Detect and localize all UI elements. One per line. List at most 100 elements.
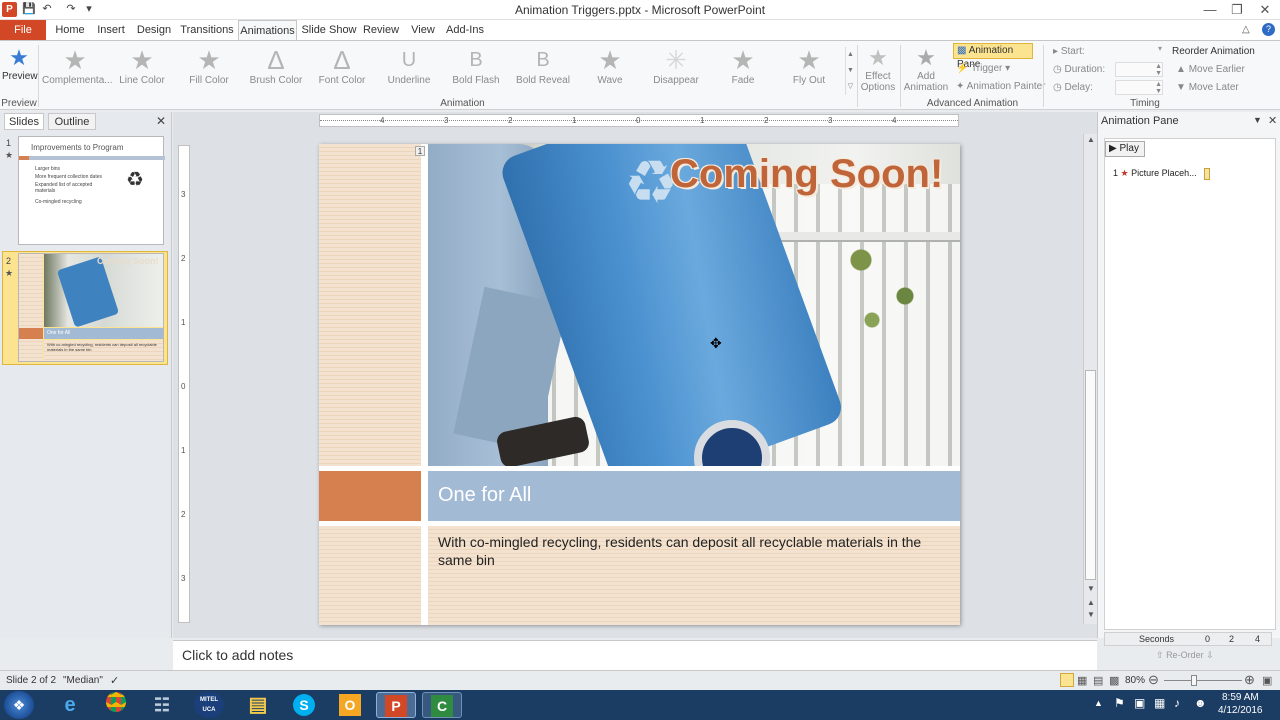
effect-complementary[interactable]: ★ Complementa... [42, 45, 113, 95]
tray-show-hidden-icon[interactable]: ▲ [1094, 698, 1103, 708]
normal-view-icon[interactable] [1060, 673, 1074, 687]
body-text-box[interactable]: With co-mingled recycling, residents can… [428, 526, 960, 625]
powerpoint-icon[interactable]: P [376, 692, 416, 718]
zoom-slider[interactable] [1164, 675, 1242, 686]
minimize-button[interactable]: — [1195, 0, 1225, 20]
scroll-up-icon[interactable]: ▲ [1087, 135, 1095, 144]
zoom-level[interactable]: 80% [1125, 675, 1145, 686]
duration-spinner[interactable]: ▲ ▼ [1115, 62, 1163, 77]
restore-button[interactable]: ❐ [1222, 0, 1252, 20]
recycling-photo[interactable]: ♻ Coming Soon! [428, 144, 960, 466]
clock-date[interactable]: 4/12/2016 [1218, 705, 1263, 716]
reorder-bar[interactable]: ⇧ Re-Order ⇩ [1156, 650, 1214, 661]
reading-view-icon[interactable]: ▤ [1093, 674, 1103, 687]
outlook-icon[interactable]: O [332, 692, 368, 718]
tray-flag-icon[interactable]: ⚑ [1114, 696, 1125, 710]
tray-network-icon[interactable]: ▦ [1154, 696, 1165, 710]
timing-bar[interactable] [1204, 168, 1210, 180]
slide-thumb-2[interactable]: Coming Soon! One for All With co-mingled… [18, 253, 164, 362]
effect-bold-reveal[interactable]: B Bold Reveal [510, 45, 576, 95]
animation-pane-button[interactable]: ▩ Animation Pane [953, 43, 1033, 70]
effect-bold-flash[interactable]: B Bold Flash [443, 45, 509, 95]
tab-outline[interactable]: Outline [48, 113, 96, 130]
tab-file[interactable]: File [0, 20, 46, 40]
play-button[interactable]: ▶ Play [1105, 141, 1145, 157]
effect-disappear[interactable]: ✳ Disappear [643, 45, 709, 95]
star-icon: ★ [63, 45, 87, 75]
effect-brush-color[interactable]: ∆ Brush Color [243, 45, 309, 95]
folder-icon[interactable]: ▤ [240, 692, 276, 718]
scroll-thumb[interactable] [1085, 370, 1096, 580]
tab-slide-show[interactable]: Slide Show [300, 20, 358, 40]
theme-name[interactable]: "Median" [63, 675, 103, 686]
tray-display-icon[interactable]: ▣ [1134, 696, 1145, 710]
spell-check-icon[interactable]: ✓ [110, 674, 119, 687]
tray-people-icon[interactable]: ☻ [1194, 696, 1207, 710]
seconds-dropdown[interactable]: Seconds [1139, 634, 1174, 644]
tab-add-ins[interactable]: Add-Ins [445, 20, 485, 40]
subtitle-bar[interactable]: One for All [428, 471, 960, 521]
ribbon-minimize-icon[interactable]: △ [1242, 24, 1250, 35]
timeline-bar[interactable]: Seconds 0 2 4 [1104, 632, 1272, 646]
close-button[interactable]: ✕ [1250, 0, 1280, 20]
zoom-in-icon[interactable]: ⊕ [1244, 672, 1255, 688]
move-later-button[interactable]: ▼ Move Later [1176, 82, 1239, 93]
separator [900, 45, 901, 107]
animation-painter-button[interactable]: ✦ Animation Painter [956, 81, 1046, 92]
slide-sorter-icon[interactable]: ▦ [1077, 674, 1087, 687]
camtasia-icon[interactable]: C [422, 692, 462, 718]
add-animation-button[interactable]: ★ Add Animation [903, 45, 949, 97]
move-earlier-button[interactable]: ▲ Move Earlier [1176, 64, 1245, 75]
tab-transitions[interactable]: Transitions [178, 20, 236, 40]
effect-fade[interactable]: ★ Fade [710, 45, 776, 95]
effect-underline[interactable]: U Underline [376, 45, 442, 95]
tab-review[interactable]: Review [362, 20, 400, 40]
skype-icon[interactable]: S [286, 692, 322, 718]
start-select[interactable]: ▾ [1112, 44, 1164, 59]
effect-font-color[interactable]: ∆ Font Color [309, 45, 375, 95]
slide-thumb-1[interactable]: Improvements to Program Larger bins More… [18, 136, 165, 245]
tab-home[interactable]: Home [52, 20, 88, 40]
start-button[interactable]: ❖ [4, 691, 34, 719]
next-slide-icon[interactable]: ▼ [1087, 610, 1095, 619]
gallery-scroll[interactable]: ▲ ▼ ▽ [845, 47, 855, 95]
animation-item[interactable]: 1 ★ Picture Placeh... [1113, 168, 1213, 182]
pane-options-icon[interactable]: ▼ [1253, 115, 1262, 125]
effect-line-color[interactable]: ★ Line Color [109, 45, 175, 95]
coming-soon-heading[interactable]: Coming Soon! [670, 152, 943, 197]
close-pane-icon[interactable]: ✕ [1268, 114, 1277, 127]
scroll-down-icon[interactable]: ▼ [1087, 584, 1095, 593]
mouse-cursor-icon: ✥ [710, 335, 722, 351]
tray-volume-icon[interactable]: ♪ [1174, 696, 1180, 710]
body-text: With co-mingled recycling, residents can… [438, 534, 922, 568]
clock-time[interactable]: 8:59 AM [1222, 692, 1259, 703]
close-pane-icon[interactable]: ✕ [156, 114, 166, 128]
animation-marker[interactable]: 1 [415, 146, 425, 156]
effect-fill-color[interactable]: ★ Fill Color [176, 45, 242, 95]
tab-slides[interactable]: Slides [4, 113, 44, 130]
notes-pane[interactable]: Click to add notes [173, 640, 1097, 670]
prev-slide-icon[interactable]: ▲ [1087, 598, 1095, 607]
help-icon[interactable]: ? [1262, 23, 1275, 36]
effect-wave[interactable]: ★ Wave [577, 45, 643, 95]
taskbar: ❖ e ☷ MITEL UCA ▤ S O P C ▲ ⚑ ▣ ▦ ♪ ☻ 8:… [0, 690, 1280, 720]
book-icon[interactable]: ☷ [144, 692, 180, 718]
trigger-button[interactable]: ⚡ Trigger ▾ [956, 63, 1010, 74]
tab-view[interactable]: View [405, 20, 441, 40]
zoom-slider-thumb[interactable] [1191, 675, 1197, 686]
fit-to-window-icon[interactable]: ▣ [1262, 674, 1272, 687]
slide-canvas[interactable]: 1 ♻ Coming Soon! One for All With co-min… [319, 144, 960, 625]
delay-spinner[interactable]: ▲ ▼ [1115, 80, 1163, 95]
effect-fly-out[interactable]: ★ Fly Out [776, 45, 842, 95]
preview-button[interactable]: ★ Preview [2, 45, 38, 91]
slide-scrollbar[interactable]: ▲ ▼ ▲ ▼ [1083, 134, 1097, 624]
zoom-out-icon[interactable]: ⊖ [1148, 672, 1159, 688]
chrome-icon[interactable] [98, 692, 134, 718]
tab-animations[interactable]: Animations [238, 20, 297, 41]
slide-show-icon[interactable]: ▩ [1109, 674, 1119, 687]
effect-options-button[interactable]: ★ Effect Options [858, 45, 898, 97]
tab-design[interactable]: Design [134, 20, 174, 40]
tab-insert[interactable]: Insert [92, 20, 130, 40]
ie-icon[interactable]: e [52, 692, 88, 718]
mitel-icon[interactable]: MITEL UCA [194, 692, 224, 718]
